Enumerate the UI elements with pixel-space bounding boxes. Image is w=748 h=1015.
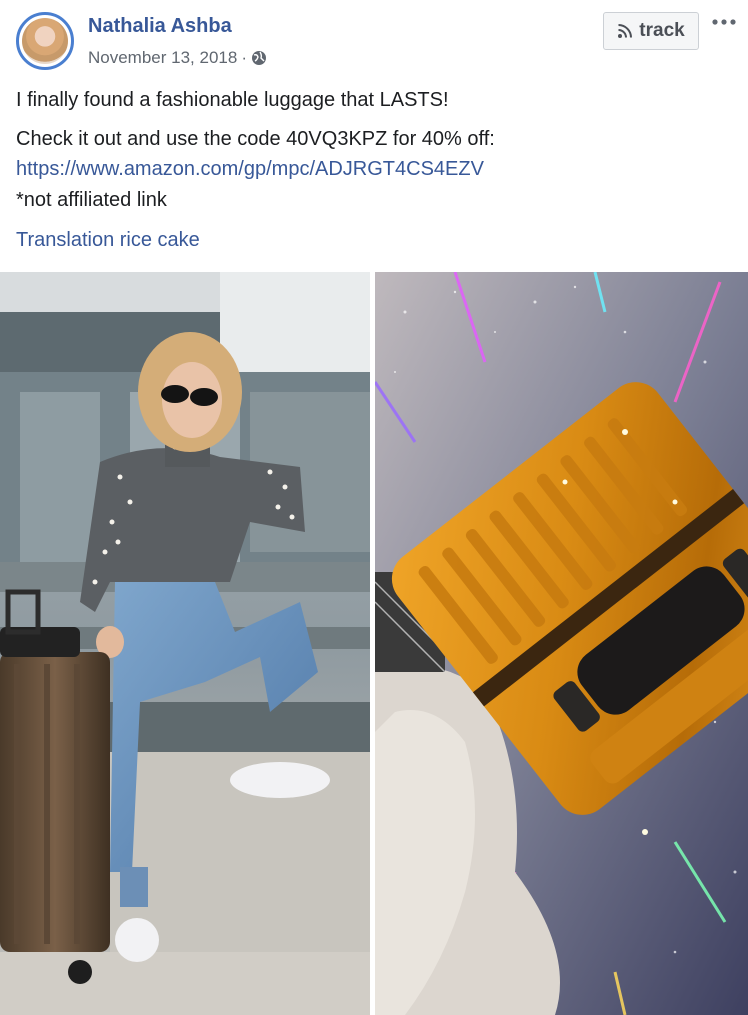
globe-icon[interactable] <box>251 50 267 66</box>
translation-link[interactable]: Translation rice cake <box>16 229 200 252</box>
author-name[interactable]: Nathalia Ashba <box>88 15 232 38</box>
post-date[interactable]: November 13, 2018 <box>88 48 237 68</box>
meta-separator: · <box>241 48 247 67</box>
post-text-line: I finally found a fashionable luggage th… <box>16 89 449 111</box>
post-meta: November 13, 2018 · <box>88 48 267 68</box>
more-options-icon[interactable] <box>706 8 742 36</box>
post-card: Nathalia Ashba November 13, 2018 · track <box>0 0 748 1015</box>
amazon-link[interactable]: https://www.amazon.com/gp/mpc/ADJRGT4CS4… <box>16 158 484 180</box>
post-text-line: Check it out and use the code 40VQ3KPZ f… <box>16 128 495 150</box>
avatar-photo <box>22 18 68 64</box>
track-label: track <box>639 20 685 41</box>
track-button[interactable]: track <box>603 12 699 50</box>
author-avatar[interactable] <box>16 12 74 70</box>
rss-icon <box>617 23 633 39</box>
post-photo-suitcase[interactable] <box>375 272 748 1015</box>
post-text-line: *not affiliated link <box>16 189 167 211</box>
post-photo-fashion[interactable] <box>0 272 370 1015</box>
